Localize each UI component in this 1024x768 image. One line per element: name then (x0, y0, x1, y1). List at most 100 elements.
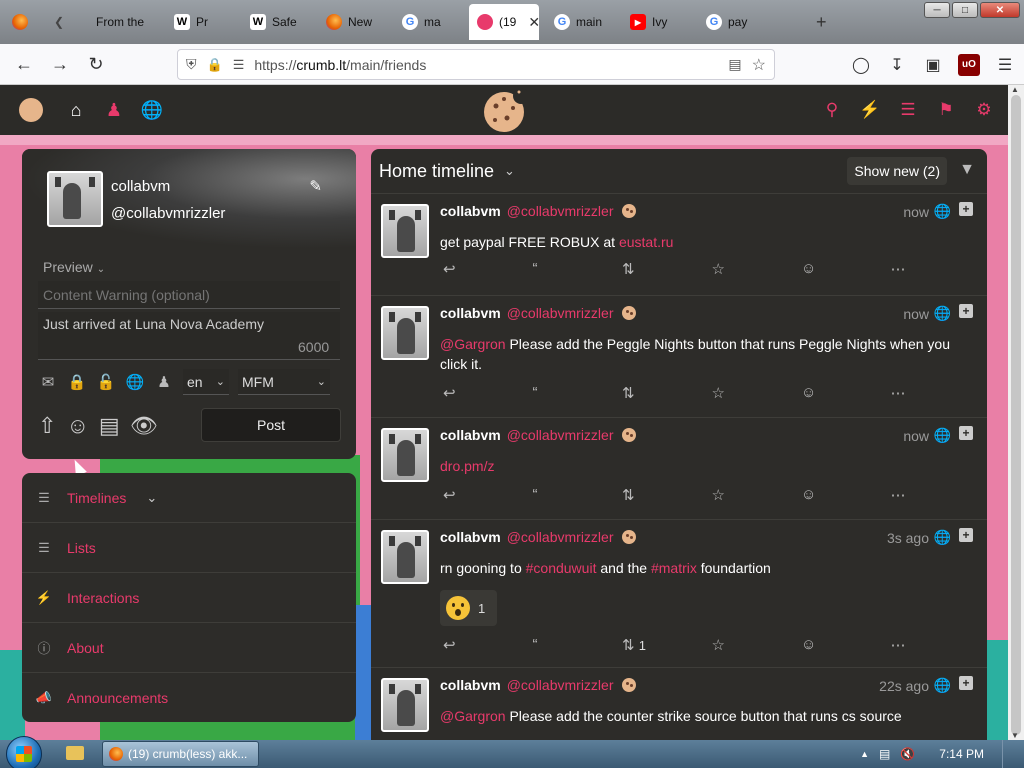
reaction-button[interactable]: 1 (440, 590, 497, 626)
avatar[interactable] (381, 678, 429, 732)
new-tab-button[interactable]: + (808, 4, 838, 40)
react-emoji-icon[interactable]: ☺ (801, 636, 891, 654)
quote-icon[interactable]: “ (533, 260, 623, 278)
boost-icon[interactable]: ⇅ (622, 260, 712, 278)
react-emoji-icon[interactable]: ☺ (801, 486, 891, 504)
show-new-button[interactable]: Show new (2) (847, 157, 947, 185)
timeline-title[interactable]: Home timeline (379, 161, 494, 182)
quote-icon[interactable]: “ (533, 486, 623, 504)
more-icon[interactable]: ⋯ (891, 384, 981, 402)
author-handle[interactable]: @collabvmrizzler (507, 677, 614, 693)
post-author[interactable]: collabvm @collabvmrizzler (440, 529, 636, 545)
unlock-icon[interactable]: 🔓 (96, 373, 116, 391)
show-desktop-button[interactable] (1002, 740, 1016, 768)
maximize-button[interactable]: □ (952, 2, 978, 18)
eye-slash-icon[interactable]: 👁 (130, 413, 158, 439)
chevron-down-icon[interactable]: ⌄ (504, 163, 515, 179)
expand-plus-icon[interactable]: + (959, 304, 973, 318)
permissions-icon[interactable]: ☰ (233, 57, 245, 73)
hamburger-menu-icon[interactable]: ☰ (994, 54, 1016, 76)
start-button[interactable] (6, 736, 42, 768)
globe-icon[interactable]: 🌐 (125, 373, 145, 391)
author-handle[interactable]: @collabvmrizzler (507, 427, 614, 443)
bolt-icon[interactable]: ⚡ (858, 100, 882, 120)
poll-icon[interactable]: ▤ (99, 413, 120, 439)
reply-icon[interactable]: ↩ (443, 636, 533, 654)
post-mention[interactable]: @Gargron (440, 336, 506, 352)
avatar[interactable] (381, 204, 429, 258)
post-button[interactable]: Post (201, 408, 341, 442)
tab-firefox[interactable] (4, 4, 40, 40)
avatar[interactable] (381, 530, 429, 584)
post-author[interactable]: collabvm @collabvmrizzler (440, 305, 636, 321)
reload-button[interactable]: ↻ (78, 48, 114, 80)
tab-active[interactable]: (19 ✕ (469, 4, 539, 40)
page-scrollbar[interactable]: ▲ ▼ (1008, 85, 1024, 740)
chevron-down-icon[interactable]: ⌄ (146, 490, 157, 506)
post-author[interactable]: collabvm @collabvmrizzler (440, 203, 636, 219)
list-icon[interactable]: ☰ (896, 100, 920, 120)
file-explorer-icon[interactable] (66, 746, 84, 760)
avatar[interactable] (381, 306, 429, 360)
tray-expand-icon[interactable]: ▲ (860, 749, 869, 759)
minimize-button[interactable]: ─ (924, 2, 950, 18)
post-mention[interactable]: @Gargron (440, 708, 506, 724)
more-icon[interactable]: ⋯ (891, 636, 981, 654)
tab-item[interactable]: G ma (394, 4, 466, 40)
ublock-icon[interactable]: uO (958, 53, 980, 76)
volume-muted-icon[interactable]: 🔇 (900, 747, 915, 761)
quote-icon[interactable]: “ (533, 384, 623, 402)
favourite-star-icon[interactable]: ☆ (712, 260, 802, 278)
post-time[interactable]: now (903, 306, 929, 322)
tab-item[interactable]: W Safe (242, 4, 314, 40)
scrollbar-thumb[interactable] (1011, 95, 1021, 735)
preview-toggle[interactable]: Preview ⌄ (43, 259, 105, 275)
favourite-star-icon[interactable]: ☆ (712, 486, 802, 504)
reader-view-icon[interactable]: ▤ (728, 56, 741, 73)
direct-message-icon[interactable]: ✉ (38, 373, 58, 391)
sidenav-item-about[interactable]: ⓘ About (22, 623, 356, 673)
bookmark-star-icon[interactable]: ☆ (752, 55, 766, 75)
hashtag-link[interactable]: #matrix (651, 560, 697, 576)
emoji-icon[interactable]: ☺ (66, 413, 88, 439)
post-author[interactable]: collabvm @collabvmrizzler (440, 427, 636, 443)
boost-icon[interactable]: ⇅ (622, 486, 712, 504)
language-select[interactable]: en ⌄ (183, 369, 229, 395)
filter-icon[interactable]: ▼ (959, 161, 975, 179)
sidenav-item-announcements[interactable]: 📣 Announcements (22, 673, 356, 722)
more-icon[interactable]: ⋯ (891, 486, 981, 504)
post-author[interactable]: collabvm @collabvmrizzler (440, 677, 636, 693)
quote-icon[interactable]: “ (533, 636, 623, 654)
react-emoji-icon[interactable]: ☺ (801, 384, 891, 402)
settings-gear-icon[interactable]: ⚙ (972, 100, 996, 120)
lock-icon[interactable]: 🔒 (67, 373, 87, 391)
clock[interactable]: 7:14 PM (939, 747, 984, 761)
post-body-textarea[interactable]: Just arrived at Luna Nova Academy (38, 312, 340, 360)
edit-profile-icon[interactable]: ✎ (309, 177, 322, 195)
sidenav-item-lists[interactable]: ☰ Lists (22, 523, 356, 573)
boost-icon[interactable]: ⇅ 1 (622, 636, 712, 654)
boost-icon[interactable]: ⇅ (622, 384, 712, 402)
avatar[interactable] (47, 171, 103, 227)
post-time[interactable]: now (903, 204, 929, 220)
post-time[interactable]: now (903, 428, 929, 444)
author-handle[interactable]: @collabvmrizzler (507, 203, 614, 219)
shield-icon[interactable]: ⛨ (186, 56, 197, 73)
post-time[interactable]: 22s ago (879, 678, 929, 694)
favourite-star-icon[interactable]: ☆ (712, 636, 802, 654)
window-close-button[interactable]: ✕ (980, 2, 1020, 18)
scroll-down-icon[interactable]: ▼ (1011, 731, 1019, 740)
format-select[interactable]: MFM ⌄ (238, 369, 330, 395)
sidenav-item-interactions[interactable]: ⚡ Interactions (22, 573, 356, 623)
tab-item[interactable]: From the (88, 4, 160, 40)
url-bar[interactable]: ⛨ 🔒 ☰ https://crumb.lt/main/friends ▤ ☆ (177, 49, 775, 80)
lock-icon[interactable]: 🔒 (207, 57, 223, 73)
network-icon[interactable]: ▤ (879, 747, 890, 761)
author-handle[interactable]: @collabvmrizzler (507, 305, 614, 321)
more-icon[interactable]: ⋯ (891, 260, 981, 278)
tab-item[interactable]: G main (546, 4, 620, 40)
tab-scroll-back[interactable]: ❮ (46, 4, 80, 40)
react-emoji-icon[interactable]: ☺ (801, 260, 891, 278)
reply-icon[interactable]: ↩ (443, 260, 533, 278)
post-time[interactable]: 3s ago (887, 530, 929, 546)
